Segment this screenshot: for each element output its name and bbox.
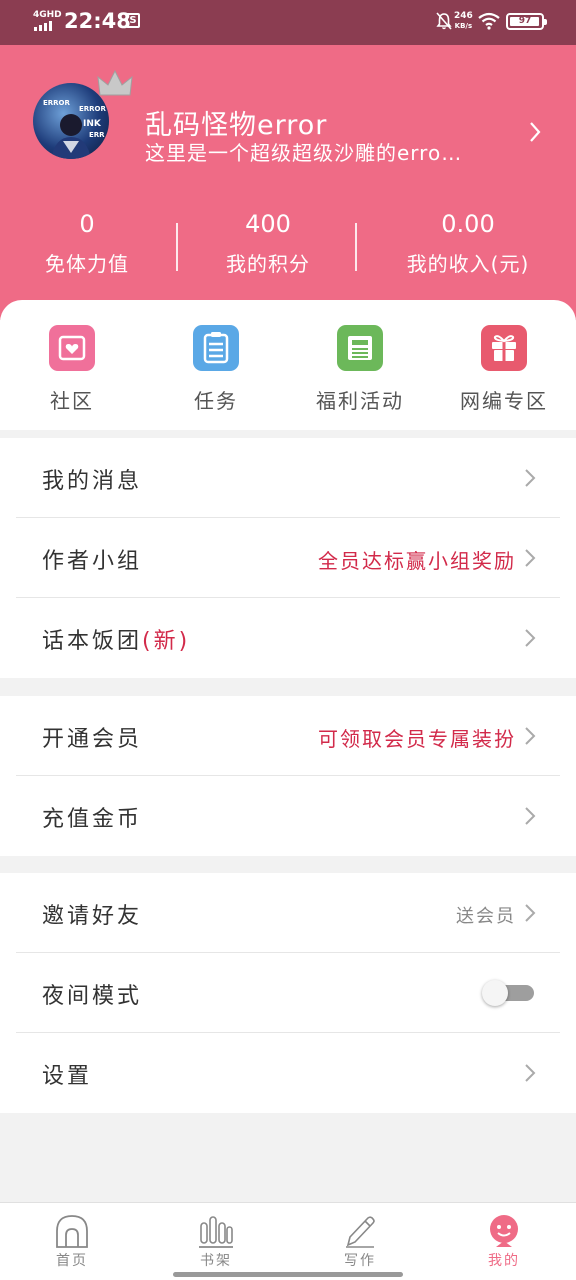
speed-unit: KB/s — [454, 22, 473, 30]
menu-item-label: 开通会员 — [42, 727, 143, 752]
stat-label: 我的积分 — [226, 252, 310, 276]
menu-item-settings[interactable]: 设置 — [0, 1033, 576, 1113]
wifi-icon — [478, 12, 500, 30]
chevron-right-icon[interactable] — [528, 121, 542, 143]
menu-item-label: 设置 — [42, 1064, 93, 1089]
chevron-right-icon — [525, 807, 536, 825]
battery-level: 97 — [518, 16, 532, 26]
pen-icon — [346, 1216, 375, 1248]
stat-value: 400 — [245, 210, 291, 238]
user-bio[interactable]: 这里是一个超级超级沙雕的erro… — [145, 137, 515, 166]
menu-item-label: 我的消息 — [42, 469, 143, 494]
night-mode-toggle[interactable] — [482, 980, 534, 1006]
task-clipboard-icon — [193, 325, 239, 371]
tab-label: 写作 — [344, 1253, 376, 1269]
menu-item-label: 话本饭团(新) — [42, 623, 190, 655]
tab-bookshelf[interactable]: 书架 — [144, 1213, 288, 1270]
gesture-bar[interactable] — [173, 1272, 403, 1277]
quick-link-label: 网编专区 — [460, 389, 548, 413]
stat-points[interactable]: 400 我的积分 — [190, 210, 346, 277]
profile-header: ERROR ERROR INK ERR 乱码怪物error 这里是一个超级超级沙… — [0, 45, 576, 320]
network-speed: 246 KB/s — [454, 11, 473, 31]
stats-row: 0 免体力值 400 我的积分 0.00 我的收入(元) — [0, 210, 576, 280]
stat-divider — [176, 223, 178, 271]
crown-icon — [97, 69, 133, 96]
new-badge: (新) — [142, 629, 191, 654]
bookshelf-icon — [199, 1216, 233, 1248]
tab-profile[interactable]: 我的 — [432, 1213, 576, 1270]
stat-stamina[interactable]: 0 免体力值 — [26, 210, 148, 277]
menu-item-recharge[interactable]: 充值金币 — [0, 776, 576, 856]
signal-icon — [34, 21, 52, 31]
stat-label: 免体力值 — [45, 252, 129, 276]
menu-item-label: 夜间模式 — [42, 984, 143, 1009]
quick-link-community[interactable]: 社区 — [0, 325, 144, 414]
menu-item-vip[interactable]: 开通会员 可领取会员专属装扮 — [0, 696, 576, 776]
app-notification-icon: S — [126, 13, 140, 28]
tab-home[interactable]: 首页 — [0, 1213, 144, 1270]
profile-icon — [490, 1215, 518, 1247]
menu-item-label: 作者小组 — [42, 549, 143, 574]
quick-link-label: 任务 — [194, 389, 238, 413]
clock: 22:48 — [64, 9, 131, 33]
menu-item-author-group[interactable]: 作者小组 全员达标赢小组奖励 — [0, 518, 576, 598]
chevron-right-icon — [525, 1064, 536, 1082]
tab-label: 书架 — [200, 1253, 232, 1269]
quick-link-welfare[interactable]: 福利活动 — [288, 325, 432, 414]
status-bar: 4GHD 22:48 S 246 KB/s 97 — [0, 0, 576, 45]
quick-link-label: 社区 — [50, 389, 94, 413]
quick-link-editor-zone[interactable]: 网编专区 — [432, 325, 576, 414]
speed-value: 246 — [454, 11, 473, 21]
avatar-text: ERROR — [43, 99, 70, 107]
chevron-right-icon — [525, 904, 536, 922]
menu-group-general: 邀请好友 送会员 夜间模式 设置 — [0, 873, 576, 1113]
chevron-right-icon — [525, 469, 536, 487]
chevron-right-icon — [525, 727, 536, 745]
quick-links-grid: 社区 任务 福利活动 网编专区 — [0, 300, 576, 430]
toggle-knob — [482, 980, 508, 1006]
bottom-tab-bar: 首页 书架 写作 我的 — [0, 1202, 576, 1280]
menu-item-label: 邀请好友 — [42, 904, 143, 929]
stat-label: 我的收入(元) — [406, 252, 530, 276]
battery-nub — [544, 19, 547, 25]
menu-item-fan-group[interactable]: 话本饭团(新) — [0, 598, 576, 678]
stat-value: 0 — [79, 210, 95, 238]
battery-icon: 97 — [506, 13, 547, 30]
vip-promo: 可领取会员专属装扮 — [318, 727, 516, 751]
tab-label: 首页 — [56, 1253, 88, 1269]
stat-income[interactable]: 0.00 我的收入(元) — [382, 210, 554, 277]
mute-bell-icon — [436, 12, 452, 30]
network-type: 4GHD — [33, 10, 62, 20]
invite-reward: 送会员 — [456, 906, 516, 927]
news-icon — [337, 325, 383, 371]
chevron-right-icon — [525, 629, 536, 647]
tab-writing[interactable]: 写作 — [288, 1213, 432, 1270]
menu-item-messages[interactable]: 我的消息 — [0, 438, 576, 518]
quick-link-label: 福利活动 — [316, 389, 404, 413]
tab-label: 我的 — [488, 1253, 520, 1269]
stat-divider — [355, 223, 357, 271]
avatar-figure — [51, 114, 91, 159]
menu-item-invite[interactable]: 邀请好友 送会员 — [0, 873, 576, 953]
chevron-right-icon — [525, 549, 536, 567]
gift-icon — [481, 325, 527, 371]
fan-group-label: 话本饭团 — [42, 629, 143, 654]
stat-value: 0.00 — [441, 210, 495, 238]
community-icon — [49, 325, 95, 371]
home-icon — [56, 1215, 88, 1248]
menu-group-membership: 开通会员 可领取会员专属装扮 充值金币 — [0, 696, 576, 856]
author-group-promo: 全员达标赢小组奖励 — [318, 549, 516, 573]
menu-item-night-mode: 夜间模式 — [0, 953, 576, 1033]
quick-link-tasks[interactable]: 任务 — [144, 325, 288, 414]
menu-item-label: 充值金币 — [42, 807, 143, 832]
menu-group-social: 我的消息 作者小组 全员达标赢小组奖励 话本饭团(新) — [0, 438, 576, 678]
